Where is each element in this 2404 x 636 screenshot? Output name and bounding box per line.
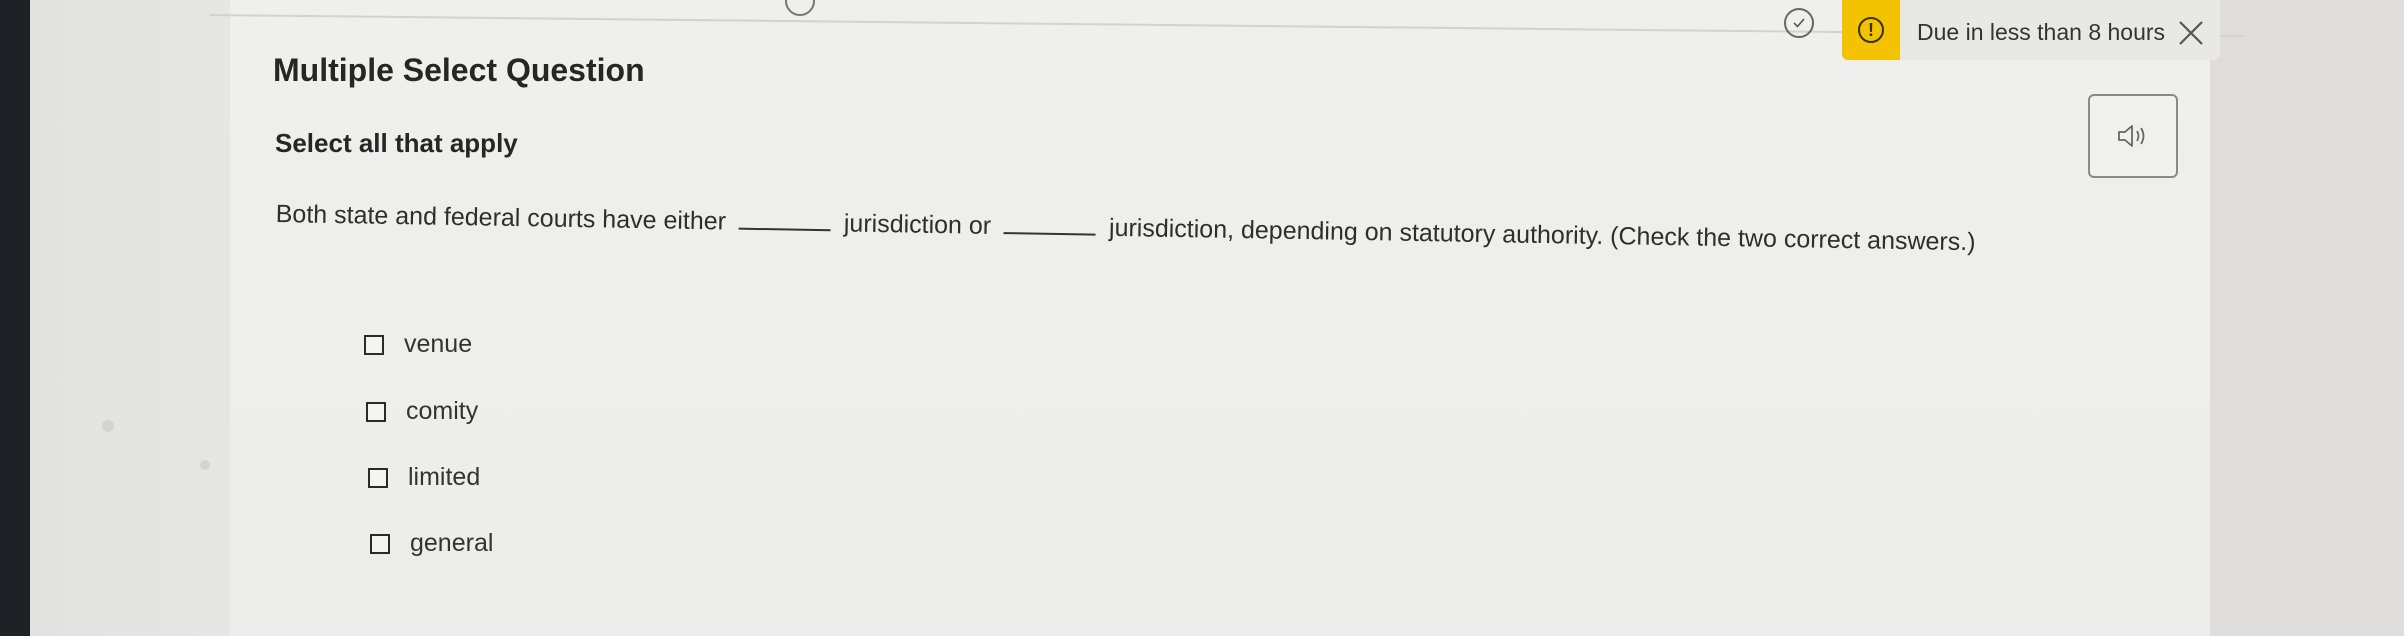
right-margin — [2210, 0, 2404, 636]
side-margin — [30, 0, 230, 636]
speaker-icon — [2118, 125, 2145, 147]
option-checkbox[interactable] — [370, 533, 390, 554]
answer-option-general[interactable]: general — [370, 529, 493, 558]
answer-option-limited[interactable]: limited — [368, 463, 480, 492]
question-instructions: Select all that apply — [275, 128, 518, 158]
answer-option-venue[interactable]: venue — [364, 330, 472, 359]
answer-blank-2 — [1003, 214, 1097, 236]
prompt-text-part2: jurisdiction or — [843, 209, 992, 240]
option-label: venue — [404, 330, 473, 358]
decorative-dot — [102, 420, 114, 432]
read-aloud-button[interactable] — [2088, 94, 2178, 178]
option-checkbox[interactable] — [366, 401, 386, 422]
answer-blank-1 — [738, 209, 832, 232]
option-label: comity — [406, 397, 479, 425]
decorative-dot — [200, 460, 210, 470]
exclamation-circle-icon: ! — [1858, 17, 1884, 43]
close-x-icon[interactable] — [2176, 18, 2206, 48]
due-date-text: Due in less than 8 hours — [1917, 19, 2166, 45]
option-checkbox[interactable] — [364, 334, 384, 355]
answer-option-comity[interactable]: comity — [366, 397, 478, 426]
question-card — [230, 0, 2210, 636]
check-circle-icon[interactable] — [1784, 8, 1814, 38]
due-warning-badge: ! — [1842, 0, 1900, 60]
option-label: limited — [408, 463, 481, 491]
left-dark-edge — [0, 0, 30, 636]
option-checkbox[interactable] — [368, 467, 388, 488]
question-type-heading: Multiple Select Question — [273, 52, 645, 88]
option-label: general — [410, 529, 494, 557]
